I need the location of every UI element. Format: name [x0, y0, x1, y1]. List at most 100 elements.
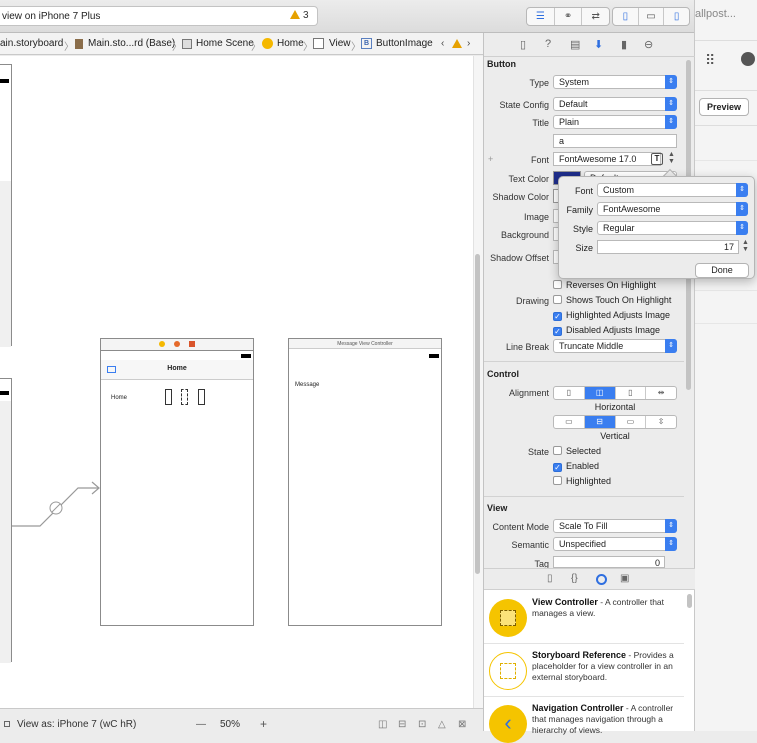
library-item-text: Navigation Controller - A controller tha… — [532, 703, 684, 736]
attributes-inspector-icon[interactable]: ⬇ — [594, 38, 603, 51]
align-top-icon[interactable]: ▭ — [554, 416, 585, 428]
update-frames-icon[interactable]: ◫ — [378, 719, 387, 730]
preview-button[interactable]: Preview — [699, 98, 749, 116]
jump-warning-icon[interactable] — [452, 39, 465, 50]
notification-icon[interactable] — [741, 52, 755, 66]
crumb-storyboard[interactable]: ain.storyboard — [0, 38, 63, 49]
align-bottom-icon[interactable]: ▭ — [616, 416, 647, 428]
identity-inspector-icon[interactable]: ▤ — [570, 38, 580, 51]
message-scene[interactable]: Message View Controller Message — [288, 338, 442, 626]
library-scroll-thumb[interactable] — [687, 594, 692, 608]
font-field[interactable]: FontAwesome 17.0 — [553, 152, 661, 166]
utilities-toggle-icon[interactable]: ▯ — [664, 8, 689, 25]
resizing-icon[interactable]: ⊠ — [458, 719, 466, 730]
file-template-icon[interactable]: ▯ — [547, 573, 553, 584]
view-toggle-group: ▯ ▭ ▯ — [612, 7, 690, 26]
crumb-home-scene[interactable]: Home Scene — [196, 38, 254, 49]
xcode-toolbar: view on iPhone 7 Plus 3 ☰ ⚭ ⇄ ▯ ▭ ▯ — [0, 0, 694, 33]
scroll-thumb[interactable] — [475, 254, 480, 574]
popover-family-popup[interactable]: FontAwesome ⇕ — [597, 202, 748, 216]
standard-editor-icon[interactable]: ☰ — [527, 8, 555, 25]
highlighted-adjusts-checkbox[interactable]: ✓ Highlighted Adjusts Image — [553, 310, 670, 321]
chevron-updown-icon: ⇕ — [736, 221, 748, 235]
button-image[interactable] — [165, 389, 172, 405]
version-editor-icon[interactable]: ⇄ — [582, 8, 609, 25]
scene-partial-left-bottom[interactable] — [0, 378, 12, 663]
align-icon[interactable]: ⊟ — [398, 719, 406, 730]
first-responder-icon[interactable] — [174, 341, 180, 347]
crumb-home[interactable]: Home — [277, 38, 304, 49]
storyboard-canvas[interactable]: Home Home Message View Controller Messag… — [0, 56, 473, 708]
crumb-button-image[interactable]: ButtonImage — [376, 38, 433, 49]
line-break-popup[interactable]: Truncate Middle ⇕ — [553, 339, 677, 353]
highlighted-checkbox[interactable]: Highlighted — [553, 476, 611, 486]
code-snippet-icon[interactable]: {} — [571, 573, 578, 584]
button-image-selected[interactable] — [181, 389, 188, 405]
horizontal-alignment-control[interactable]: ▯ ◫ ▯ ⇹ — [553, 386, 677, 400]
library-item-navigation-controller[interactable]: ‹ Navigation Controller - A controller t… — [484, 698, 684, 743]
resolve-icon[interactable]: △ — [438, 719, 446, 730]
font-picker-icon[interactable]: T — [651, 153, 663, 165]
selected-checkbox[interactable]: Selected — [553, 446, 601, 456]
reverses-checkbox[interactable]: Reverses On Highlight — [553, 280, 656, 290]
popover-size-field[interactable]: 17 — [597, 240, 739, 254]
zoom-out-button[interactable]: — — [196, 719, 206, 730]
canvas-vertical-scrollbar[interactable] — [473, 56, 483, 708]
library-item-storyboard-reference[interactable]: Storyboard Reference - Provides a placeh… — [484, 645, 684, 697]
media-library-icon[interactable]: ▣ — [620, 573, 629, 584]
title-text-field[interactable]: a — [553, 134, 677, 148]
scene-partial-left-top[interactable] — [0, 64, 12, 347]
grid-icon[interactable]: ⠿ — [705, 52, 715, 69]
browser-tab[interactable]: allpost... — [695, 8, 757, 30]
library-item-view-controller[interactable]: View Controller - A controller that mana… — [484, 592, 684, 644]
size-inspector-icon[interactable]: ▮ — [621, 38, 627, 51]
done-button[interactable]: Done — [695, 263, 749, 278]
vc-dock-icon[interactable] — [159, 341, 165, 347]
state-config-popup[interactable]: Default ⇕ — [553, 97, 677, 111]
navigator-toggle-icon[interactable]: ▯ — [613, 8, 639, 25]
popover-style-popup[interactable]: Regular ⇕ — [597, 221, 748, 235]
button-image[interactable] — [198, 389, 205, 405]
shows-touch-checkbox[interactable]: Shows Touch On Highlight — [553, 295, 671, 305]
pin-icon[interactable]: ⊡ — [418, 719, 426, 730]
align-middle-icon[interactable]: ⊟ — [584, 416, 616, 428]
connections-inspector-icon[interactable]: ⊖ — [644, 38, 653, 51]
chevron-right-icon[interactable]: › — [467, 38, 470, 49]
file-inspector-icon[interactable]: ▯ — [520, 38, 526, 51]
align-center-icon[interactable]: ◫ — [584, 387, 616, 399]
view-as-label[interactable]: View as: iPhone 7 (wC hR) — [17, 719, 136, 730]
object-library-icon[interactable] — [596, 574, 607, 585]
segue-arrow[interactable] — [12, 476, 102, 528]
warning-badge[interactable]: 3 — [290, 10, 309, 21]
type-popup[interactable]: System ⇕ — [553, 75, 677, 89]
disabled-adjusts-checkbox[interactable]: ✓ Disabled Adjusts Image — [553, 325, 660, 336]
inspector-scrollbar[interactable] — [685, 58, 693, 568]
crumb-main-base[interactable]: Main.sto...rd (Base) — [88, 38, 175, 49]
zoom-in-button[interactable]: + — [260, 717, 267, 731]
font-stepper[interactable]: ▲ ▼ — [668, 151, 675, 165]
outline-toggle-icon[interactable] — [4, 721, 10, 727]
chevron-left-icon[interactable]: ‹ — [441, 38, 444, 49]
crumb-view[interactable]: View — [329, 38, 351, 49]
align-vfill-icon[interactable]: ⇳ — [646, 416, 676, 428]
font-value: FontAwesome 17.0 — [559, 154, 637, 164]
debug-toggle-icon[interactable]: ▭ — [639, 8, 665, 25]
assistant-editor-icon[interactable]: ⚭ — [555, 8, 583, 25]
help-inspector-icon[interactable]: ? — [545, 38, 551, 50]
align-fill-icon[interactable]: ⇹ — [646, 387, 676, 399]
title-text-value: a — [559, 136, 565, 146]
home-scene-dock[interactable] — [100, 338, 254, 350]
size-stepper[interactable]: ▲ ▼ — [742, 239, 749, 253]
align-right-icon[interactable]: ▯ — [616, 387, 647, 399]
vertical-alignment-control[interactable]: ▭ ⊟ ▭ ⇳ — [553, 415, 677, 429]
enabled-checkbox[interactable]: ✓ Enabled — [553, 461, 599, 472]
content-mode-popup[interactable]: Scale To Fill ⇕ — [553, 519, 677, 533]
exit-icon[interactable] — [189, 341, 195, 347]
align-left-icon[interactable]: ▯ — [554, 387, 585, 399]
chevron-updown-icon: ⇕ — [665, 115, 677, 129]
popover-font-popup[interactable]: Custom ⇕ — [597, 183, 748, 197]
home-scene[interactable]: Home Home — [100, 350, 254, 626]
semantic-popup[interactable]: Unspecified ⇕ — [553, 537, 677, 551]
tag-field[interactable]: 0 — [553, 556, 665, 568]
title-popup[interactable]: Plain ⇕ — [553, 115, 677, 129]
